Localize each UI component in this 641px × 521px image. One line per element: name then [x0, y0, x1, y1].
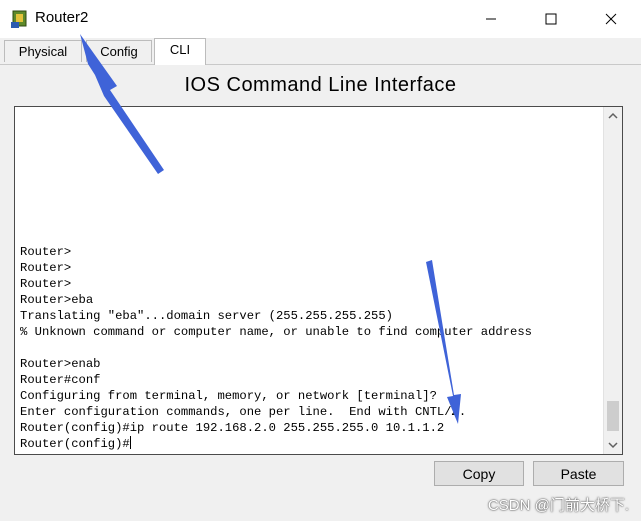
console-prompt-line[interactable]: Router(config)# [20, 436, 605, 452]
console-line: Router#conf [20, 373, 101, 387]
chevron-up-icon [608, 112, 618, 119]
vertical-scrollbar[interactable] [603, 107, 622, 454]
minimize-button[interactable] [468, 0, 514, 38]
window-title: Router2 [35, 9, 89, 26]
console-line: Enter configuration commands, one per li… [20, 405, 467, 419]
chevron-down-icon [608, 442, 618, 449]
console-line: Router> [20, 277, 72, 291]
close-button[interactable] [588, 0, 634, 38]
paste-button[interactable]: Paste [533, 461, 624, 486]
tab-cli[interactable]: CLI [154, 38, 206, 65]
watermark: CSDN @门前大桥下. [487, 497, 629, 514]
cli-terminal[interactable]: Router> Router> Router> Router>eba Translati… [14, 106, 623, 455]
console-output[interactable]: Router> Router> Router> Router>eba Translati… [20, 244, 605, 452]
console-line: Router> [20, 245, 72, 259]
console-line: Configuring from terminal, memory, or ne… [20, 389, 437, 403]
copy-button[interactable]: Copy [434, 461, 524, 486]
console-line: Router> [20, 261, 72, 275]
console-line: Router>eba [20, 293, 94, 307]
maximize-button[interactable] [528, 0, 574, 38]
minimize-icon [486, 18, 496, 20]
console-line: Translating "eba"...domain server (255.2… [20, 309, 393, 323]
text-cursor [129, 436, 131, 449]
router-app-icon [11, 10, 27, 28]
cli-panel: IOS Command Line Interface Router> Router… [0, 65, 641, 521]
scrollbar-thumb[interactable] [607, 401, 619, 431]
console-line: Router>enab [20, 357, 101, 371]
scroll-down-button[interactable] [604, 436, 622, 454]
cli-heading: IOS Command Line Interface [184, 74, 457, 96]
tab-bar: Physical Config CLI [0, 38, 641, 65]
console-line: % Unknown command or computer name, or u… [20, 325, 532, 339]
scroll-up-button[interactable] [604, 107, 622, 125]
tab-physical[interactable]: Physical [4, 40, 82, 62]
tab-config[interactable]: Config [86, 40, 152, 62]
router-window: Router2 Physical Config CLI IOS Command … [0, 0, 641, 521]
console-prompt: Router(config)# [20, 437, 130, 451]
close-icon [605, 13, 617, 25]
title-bar[interactable]: Router2 [0, 0, 641, 38]
maximize-icon [545, 13, 557, 25]
console-line: Router(config)#ip route 192.168.2.0 255.… [20, 421, 445, 435]
